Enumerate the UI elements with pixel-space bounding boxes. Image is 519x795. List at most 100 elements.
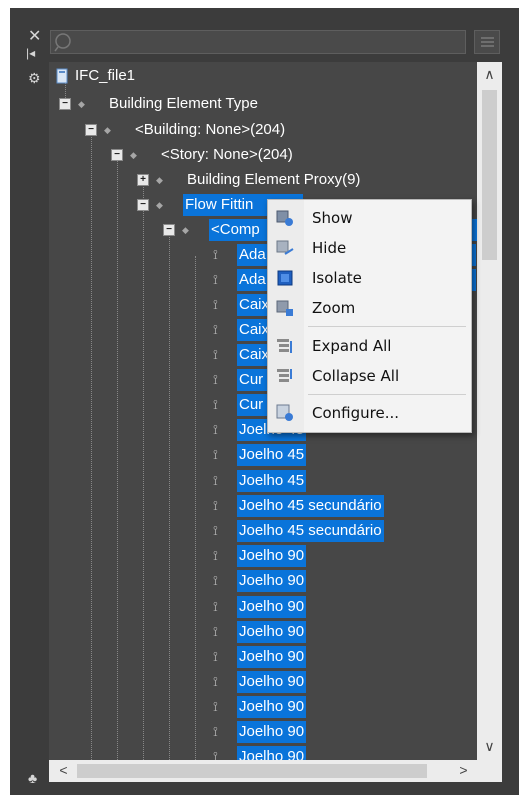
pin-icon[interactable]: |◂	[26, 46, 35, 60]
isolate-icon	[277, 270, 293, 286]
tree-leaf[interactable]: ⟟ Joelho 45	[213, 470, 307, 492]
horizontal-scroll-thumb[interactable]	[77, 764, 427, 778]
tree-leaf[interactable]: ⟟ Joelho 45 secundário	[213, 520, 384, 542]
node-dot-icon: ◆	[182, 225, 189, 235]
tree-leaf-label: Joelho 90	[237, 545, 307, 567]
collapse-icon[interactable]: −	[85, 124, 97, 136]
fitting-icon: ⟟	[213, 422, 218, 437]
tree-leaf-label: Joelho 90	[237, 621, 307, 643]
menu-item-label: Configure...	[312, 404, 400, 422]
menu-item-label: Zoom	[312, 299, 356, 317]
context-menu: Show Hide Isolate Zoom Expand All Collap…	[267, 199, 472, 433]
fitting-icon: ⟟	[213, 724, 218, 739]
menu-item-collapse-all[interactable]: Collapse All	[268, 362, 471, 390]
zoom-icon	[276, 300, 293, 316]
fitting-icon: ⟟	[213, 599, 218, 614]
expand-icon[interactable]: +	[137, 174, 149, 186]
tree-item-label: <Building: None>(204)	[135, 121, 286, 138]
collapse-icon[interactable]: −	[59, 98, 71, 110]
tree-leaf-label: Joelho 90	[237, 746, 307, 760]
menu-item-hide[interactable]: Hide	[268, 234, 471, 262]
tree-leaf[interactable]: ⟟ Joelho 90	[213, 646, 307, 668]
tree-item-label: Building Element Proxy(9)	[187, 171, 361, 188]
fitting-icon: ⟟	[213, 498, 218, 513]
fitting-icon: ⟟	[213, 649, 218, 664]
tree-leaf[interactable]: ⟟ Joelho 90	[213, 621, 307, 643]
node-dot-icon: ◆	[130, 150, 137, 160]
menu-item-show[interactable]: Show	[268, 204, 471, 232]
menu-separator	[308, 326, 466, 327]
gear-icon[interactable]: ⚙	[28, 70, 41, 87]
menu-item-label: Collapse All	[312, 367, 400, 385]
search-box[interactable]	[50, 30, 466, 54]
tree-root[interactable]: IFC_file1	[55, 65, 137, 87]
configure-icon	[276, 404, 293, 421]
menu-item-configure[interactable]: Configure...	[268, 399, 471, 427]
node-dot-icon: ◆	[156, 200, 163, 210]
collapse-icon[interactable]: −	[111, 149, 123, 161]
tree-leaf[interactable]: ⟟ Joelho 45	[213, 444, 307, 466]
menu-item-zoom[interactable]: Zoom	[268, 294, 471, 322]
fitting-icon: ⟟	[213, 347, 218, 362]
fitting-icon: ⟟	[213, 749, 218, 760]
tree-leaf-label: Joelho 90	[237, 646, 307, 668]
fitting-icon: ⟟	[213, 297, 218, 312]
tree-leaf[interactable]: ⟟ Joelho 90	[213, 596, 307, 618]
show-icon	[276, 210, 293, 226]
options-menu-button[interactable]	[474, 30, 500, 54]
fitting-icon: ⟟	[213, 674, 218, 689]
fitting-icon: ⟟	[213, 523, 218, 538]
tree-leaf-label: Joelho 90	[237, 696, 307, 718]
search-icon	[54, 33, 71, 52]
close-icon[interactable]: ✕	[28, 26, 41, 46]
tree-item-building-element-type[interactable]: − ◆ Building Element Type	[59, 93, 260, 115]
horizontal-scrollbar[interactable]: < >	[49, 760, 477, 782]
fitting-icon: ⟟	[213, 272, 218, 287]
fitting-icon: ⟟	[213, 548, 218, 563]
tree-item-label: Building Element Type	[109, 95, 258, 112]
file-icon	[56, 68, 68, 84]
vertical-scrollbar[interactable]: ∧ ∨	[477, 62, 502, 760]
menu-item-expand-all[interactable]: Expand All	[268, 332, 471, 360]
tree-leaf-label: Joelho 45 secundário	[237, 495, 384, 517]
fitting-icon: ⟟	[213, 372, 218, 387]
scroll-left-icon[interactable]: <	[51, 762, 76, 778]
tree-leaf-label: Joelho 90	[237, 671, 307, 693]
tree-leaf-label: Joelho 45	[237, 470, 307, 492]
scroll-right-icon[interactable]: >	[451, 762, 476, 778]
fitting-icon: ⟟	[213, 447, 218, 462]
tree-leaf[interactable]: ⟟ Joelho 90	[213, 545, 307, 567]
tree-leaf[interactable]: ⟟ Joelho 90	[213, 721, 307, 743]
hide-icon	[276, 240, 294, 255]
collapse-icon[interactable]: −	[137, 199, 149, 211]
vertical-scroll-thumb[interactable]	[482, 90, 497, 260]
node-dot-icon: ◆	[78, 99, 85, 109]
collapse-all-icon	[277, 369, 292, 382]
node-dot-icon: ◆	[104, 125, 111, 135]
tree-structure-icon[interactable]: ♣	[28, 770, 37, 786]
fitting-icon: ⟟	[213, 247, 218, 262]
fitting-icon: ⟟	[213, 397, 218, 412]
fitting-icon: ⟟	[213, 624, 218, 639]
tree-leaf-label: Joelho 90	[237, 596, 307, 618]
tree-leaf[interactable]: ⟟ Joelho 90	[213, 696, 307, 718]
tree-item-label: <Story: None>(204)	[161, 146, 293, 163]
scroll-up-icon[interactable]: ∧	[477, 66, 502, 83]
tree-leaf[interactable]: ⟟ Joelho 90	[213, 671, 307, 693]
tree-leaf[interactable]: ⟟ Joelho 90	[213, 570, 307, 592]
tree-leaf-label: Joelho 90	[237, 570, 307, 592]
scroll-down-icon[interactable]: ∨	[477, 738, 502, 755]
menu-item-isolate[interactable]: Isolate	[268, 264, 471, 292]
tree-item-building[interactable]: − ◆ <Building: None>(204)	[85, 119, 287, 141]
tree-leaf[interactable]: ⟟ Joelho 90	[213, 746, 307, 760]
tree-item-story[interactable]: − ◆ <Story: None>(204)	[111, 144, 295, 166]
scroll-corner	[477, 760, 502, 782]
tree-leaf[interactable]: ⟟ Joelho 45 secundário	[213, 495, 384, 517]
tree-root-label: IFC_file1	[75, 67, 136, 84]
tree-item-building-element-proxy[interactable]: + ◆ Building Element Proxy(9)	[137, 169, 362, 191]
collapse-icon[interactable]: −	[163, 224, 175, 236]
menu-item-label: Hide	[312, 239, 347, 257]
expand-all-icon	[277, 339, 292, 353]
menu-item-label: Isolate	[312, 269, 362, 287]
fitting-icon: ⟟	[213, 473, 218, 488]
